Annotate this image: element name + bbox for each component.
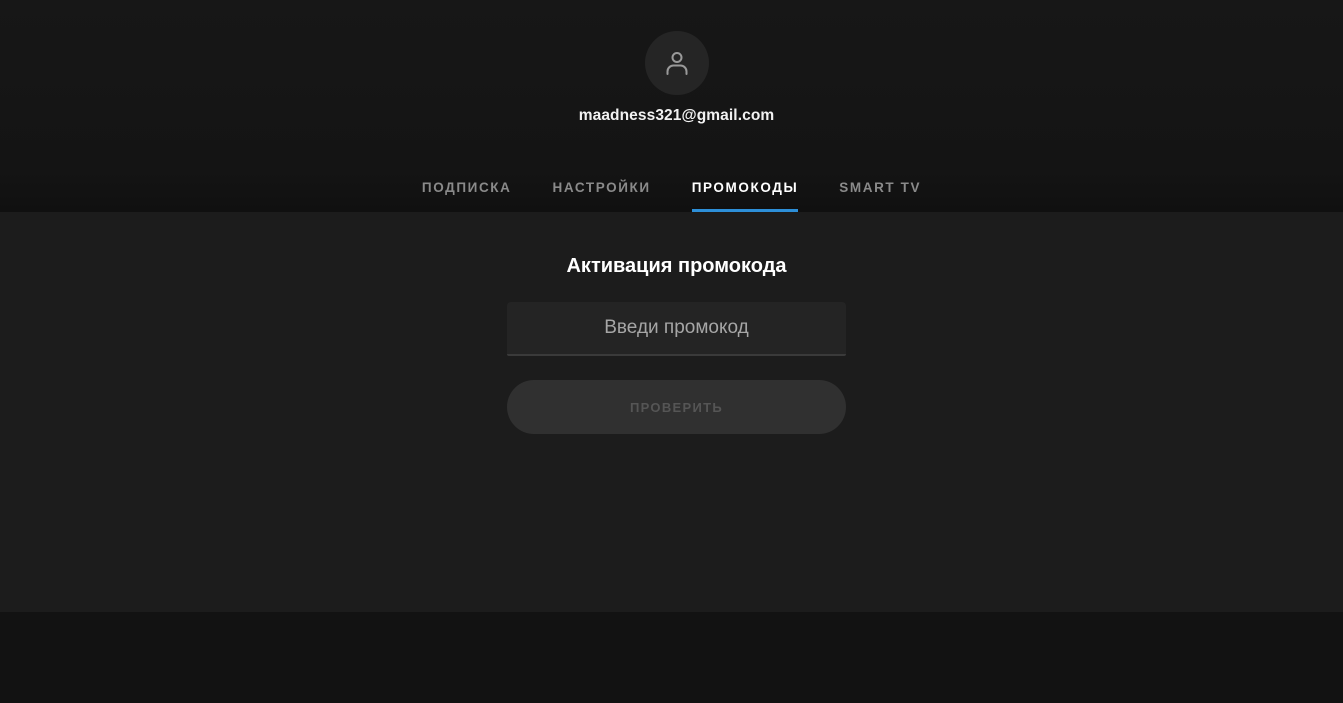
user-icon — [666, 52, 688, 75]
promo-code-input[interactable] — [507, 302, 846, 356]
user-email: maadness321@gmail.com — [578, 107, 775, 124]
tab-subscription[interactable]: ПОДПИСКА — [422, 176, 512, 212]
profile-header: maadness321@gmail.com ПОДПИСКА НАСТРОЙКИ… — [0, 0, 1343, 212]
avatar[interactable] — [645, 31, 709, 95]
check-button[interactable]: ПРОВЕРИТЬ — [507, 380, 846, 434]
promo-panel: Активация промокода ПРОВЕРИТЬ — [0, 212, 1343, 612]
tab-promocodes[interactable]: ПРОМОКОДЫ — [691, 176, 799, 212]
profile-tabs: ПОДПИСКА НАСТРОЙКИ ПРОМОКОДЫ SMART TV — [0, 176, 1343, 212]
page-title: Активация промокода — [566, 255, 787, 277]
tab-smart-tv[interactable]: SMART TV — [839, 176, 921, 212]
tab-settings[interactable]: НАСТРОЙКИ — [553, 176, 651, 212]
